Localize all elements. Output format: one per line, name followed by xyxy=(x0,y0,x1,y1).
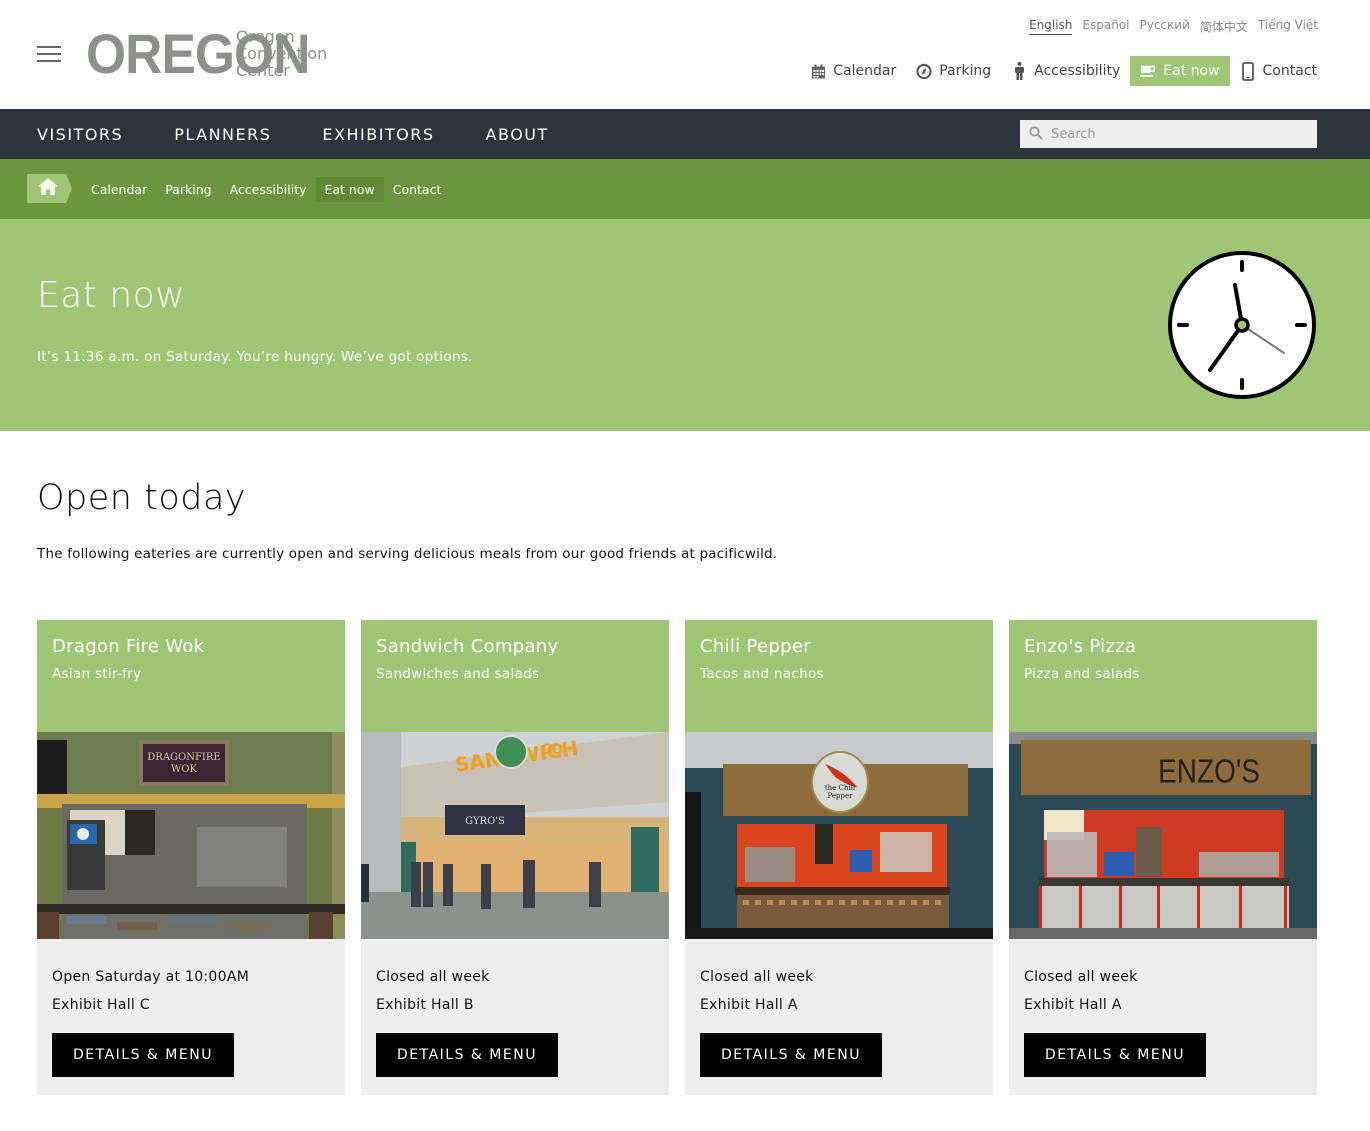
home-icon xyxy=(37,178,58,199)
section-title: Open today xyxy=(37,478,247,518)
person-icon xyxy=(1011,62,1027,80)
svg-text:Pepper: Pepper xyxy=(828,792,854,800)
language-russian[interactable]: Русский xyxy=(1140,18,1190,35)
main-navigation: VISITORS PLANNERS EXHIBITORS ABOUT xyxy=(0,109,1370,159)
eatery-type: Tacos and nachos xyxy=(700,666,824,682)
details-menu-button[interactable]: DETAILS & MENU xyxy=(376,1033,558,1077)
eatery-card: Dragon Fire Wok Asian stir-fry DRAGONFIR… xyxy=(37,620,345,1095)
search-input[interactable] xyxy=(1051,126,1301,142)
coffee-cup-icon xyxy=(1140,63,1156,79)
svg-text:WOK: WOK xyxy=(171,764,197,775)
section-description: The following eateries are currently ope… xyxy=(37,546,778,562)
hero-text: It’s 11:36 a.m. on Saturday. You’re hung… xyxy=(37,349,473,365)
quick-link-label: Accessibility xyxy=(1034,63,1121,79)
eatery-list: Dragon Fire Wok Asian stir-fry DRAGONFIR… xyxy=(37,620,1317,1095)
eatery-location: Exhibit Hall A xyxy=(700,997,798,1013)
eatery-card: Sandwich Company Sandwiches and salads S… xyxy=(361,620,669,1095)
eatery-hours: Closed all week xyxy=(700,969,814,985)
eatery-hours: Closed all week xyxy=(376,969,490,985)
eatery-card-header[interactable]: Chili Pepper Tacos and nachos xyxy=(685,620,993,732)
eatery-card-header[interactable]: Sandwich Company Sandwiches and salads xyxy=(361,620,669,732)
photo-sign-text: the Chili xyxy=(825,784,856,792)
eatery-type: Pizza and salads xyxy=(1024,666,1140,682)
eatery-name[interactable]: Chili Pepper xyxy=(700,636,978,657)
eatery-name[interactable]: Dragon Fire Wok xyxy=(52,636,330,657)
eatery-type: Asian stir-fry xyxy=(52,666,142,682)
svg-text:CO.: CO. xyxy=(541,742,568,758)
subnav-parking[interactable]: Parking xyxy=(156,177,220,202)
quick-link-parking[interactable]: Parking xyxy=(906,56,1001,86)
eatery-photo[interactable]: DRAGONFIRE WOK xyxy=(37,732,345,939)
nav-planners[interactable]: PLANNERS xyxy=(174,125,271,144)
quick-link-accessibility[interactable]: Accessibility xyxy=(1001,56,1130,86)
language-vietnamese[interactable]: Tiếng Việt xyxy=(1258,18,1318,35)
eatery-photo[interactable]: ENZO'S xyxy=(1009,732,1317,939)
photo-sign-text: ENZO'S xyxy=(1158,752,1260,790)
subnav-contact[interactable]: Contact xyxy=(384,177,451,202)
quick-link-label: Parking xyxy=(939,63,992,79)
quick-link-label: Eat now xyxy=(1163,63,1220,79)
eatery-hours: Open Saturday at 10:00AM xyxy=(52,969,250,985)
quick-link-eat-now[interactable]: Eat now xyxy=(1130,56,1230,86)
svg-text:GYRO'S: GYRO'S xyxy=(465,816,505,827)
clock-icon xyxy=(1168,251,1316,399)
subnav-accessibility[interactable]: Accessibility xyxy=(221,177,316,202)
quick-link-label: Contact xyxy=(1262,63,1317,79)
subnav-eat-now[interactable]: Eat now xyxy=(315,177,384,202)
eatery-location: Exhibit Hall C xyxy=(52,997,150,1013)
mobile-phone-icon xyxy=(1240,61,1256,81)
eatery-card: Enzo's Pizza Pizza and salads ENZO'S Clo… xyxy=(1009,620,1317,1095)
site-logo[interactable]: OREGON Oregon Convention Center xyxy=(86,21,327,85)
calendar-icon xyxy=(810,63,826,79)
eatery-card-header[interactable]: Enzo's Pizza Pizza and salads xyxy=(1009,620,1317,732)
language-espanol[interactable]: Español xyxy=(1082,18,1129,35)
home-button[interactable] xyxy=(27,174,72,203)
details-menu-button[interactable]: DETAILS & MENU xyxy=(1024,1033,1206,1077)
hero-banner: Eat now It’s 11:36 a.m. on Saturday. You… xyxy=(0,219,1370,431)
eatery-type: Sandwiches and salads xyxy=(376,666,540,682)
details-menu-button[interactable]: DETAILS & MENU xyxy=(700,1033,882,1077)
eatery-name[interactable]: Enzo's Pizza xyxy=(1024,636,1302,657)
eatery-card: Chili Pepper Tacos and nachos the Chili … xyxy=(685,620,993,1095)
photo-sign-text: DRAGONFIRE xyxy=(147,752,220,763)
subnav-calendar[interactable]: Calendar xyxy=(82,177,156,202)
search-icon xyxy=(1029,125,1043,144)
language-chinese[interactable]: 简体中文 xyxy=(1200,18,1248,35)
sub-navigation: Calendar Parking Accessibility Eat now C… xyxy=(0,159,1370,219)
eatery-name[interactable]: Sandwich Company xyxy=(376,636,654,657)
nav-about[interactable]: ABOUT xyxy=(486,125,549,144)
quick-link-contact[interactable]: Contact xyxy=(1230,56,1327,86)
site-header: OREGON Oregon Convention Center English … xyxy=(0,0,1370,109)
details-menu-button[interactable]: DETAILS & MENU xyxy=(52,1033,234,1077)
eatery-photo[interactable]: the Chili Pepper xyxy=(685,732,993,939)
page-title: Eat now xyxy=(37,275,186,316)
eatery-location: Exhibit Hall B xyxy=(376,997,474,1013)
eatery-card-header[interactable]: Dragon Fire Wok Asian stir-fry xyxy=(37,620,345,732)
eatery-photo[interactable]: SANDWICH CO. GYRO'S xyxy=(361,732,669,939)
search-box xyxy=(1020,120,1317,148)
quick-links: Calendar Parking Accessibility Eat now C… xyxy=(800,56,1327,86)
logo-wordmark: OREGON xyxy=(86,21,310,85)
quick-link-calendar[interactable]: Calendar xyxy=(800,56,906,86)
hamburger-menu-icon[interactable] xyxy=(37,46,61,62)
language-switcher: English Español Русский 简体中文 Tiếng Việt xyxy=(1029,18,1318,35)
compass-icon xyxy=(916,63,932,79)
nav-visitors[interactable]: VISITORS xyxy=(37,125,123,144)
language-english[interactable]: English xyxy=(1029,18,1073,35)
quick-link-label: Calendar xyxy=(833,63,897,79)
eatery-hours: Closed all week xyxy=(1024,969,1138,985)
eatery-location: Exhibit Hall A xyxy=(1024,997,1122,1013)
nav-exhibitors[interactable]: EXHIBITORS xyxy=(322,125,434,144)
